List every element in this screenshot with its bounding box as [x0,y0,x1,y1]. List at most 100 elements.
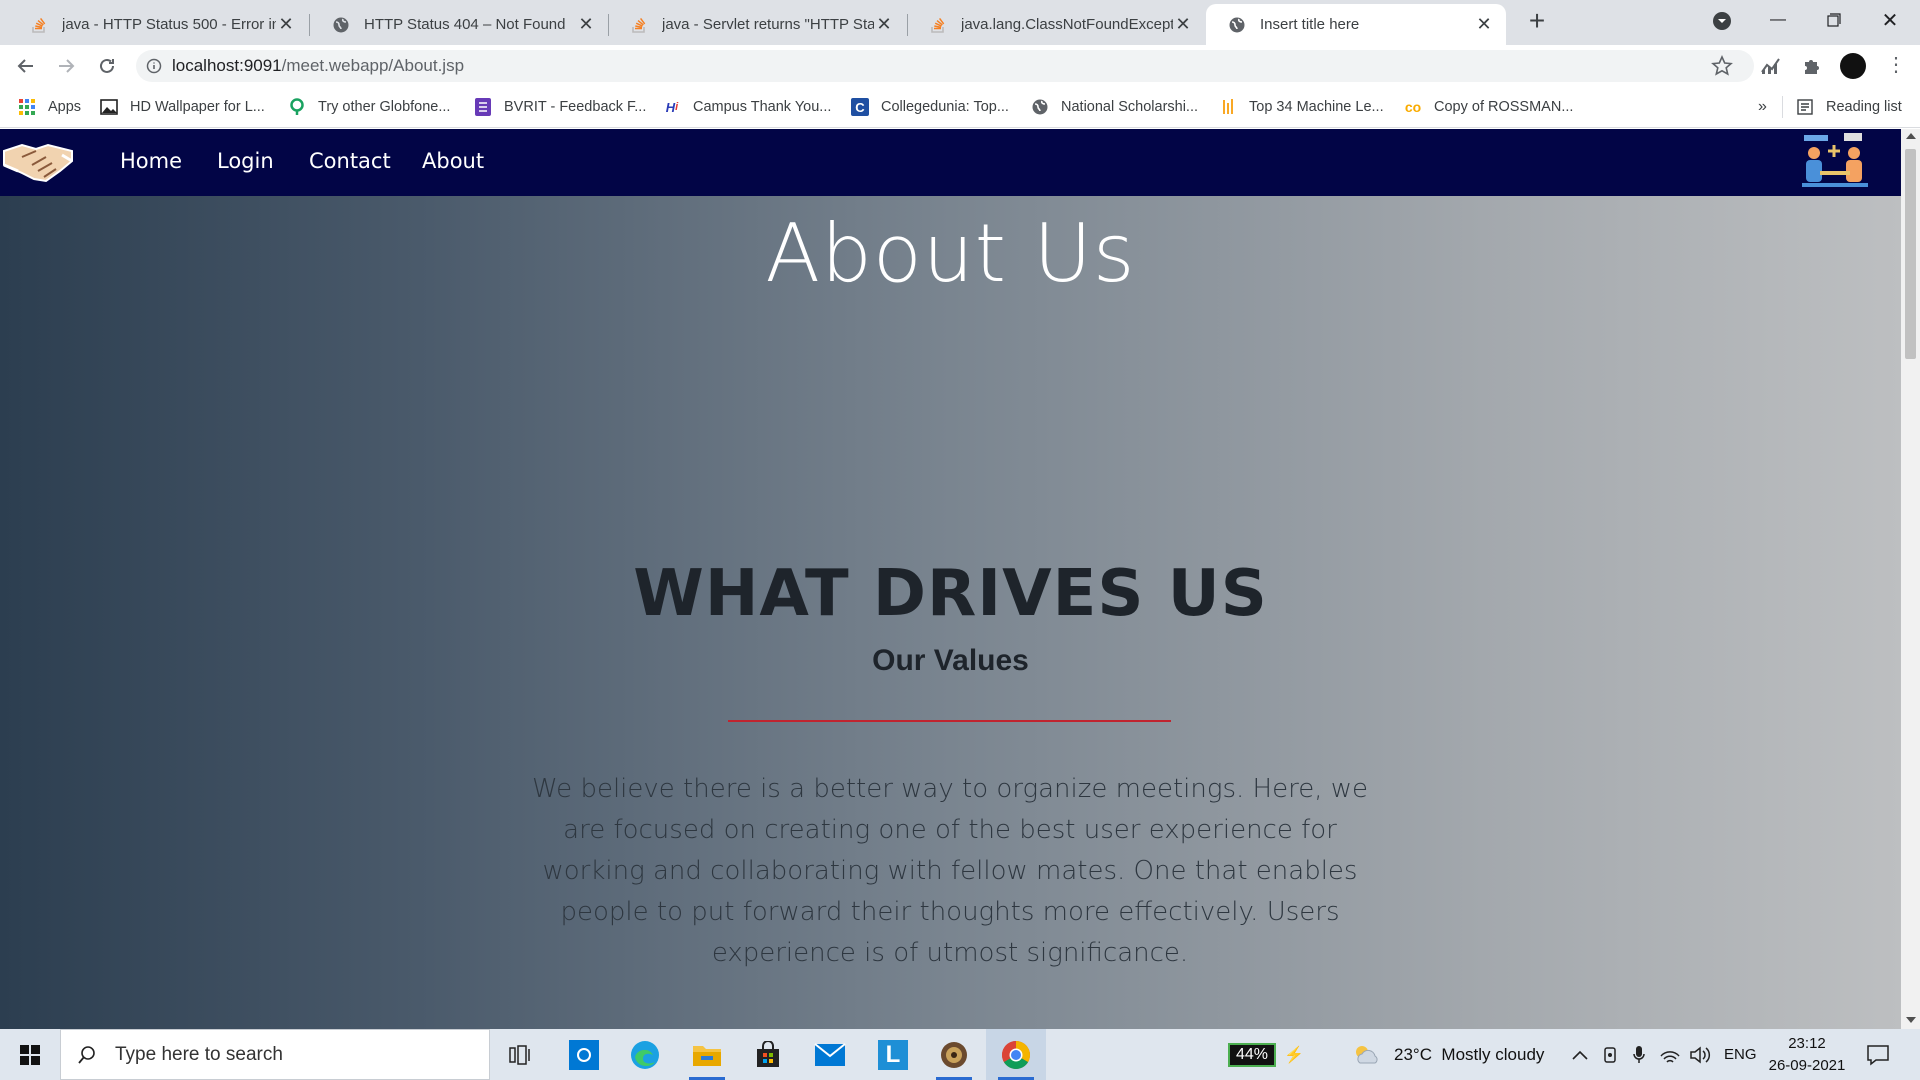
browser-tab[interactable]: java - Servlet returns "HTTP Statu ✕ [608,4,906,45]
close-icon[interactable]: ✕ [276,14,296,35]
taskbar-app-store[interactable] [738,1029,798,1080]
language-indicator[interactable]: ENG [1724,1029,1757,1080]
browser-tab[interactable]: java.lang.ClassNotFoundExceptio ✕ [907,4,1205,45]
cortana-icon [569,1039,599,1070]
collegedunia-icon: C [851,98,869,116]
windows-taskbar: Type here to search L 44% ⚡ 23°C Mostly … [0,1029,1920,1080]
tab-title: java.lang.ClassNotFoundExceptio [961,16,1173,33]
bookmark-scholarship[interactable]: National Scholarshi... [1031,94,1198,120]
weather-widget[interactable]: 23°C Mostly cloudy [1352,1029,1544,1080]
nav-link-about[interactable]: About [422,149,484,173]
taskbar-app-cortana[interactable] [554,1029,614,1080]
close-window-button[interactable]: ✕ [1862,0,1918,40]
forward-button[interactable] [50,50,82,82]
reading-list-icon [1796,98,1814,116]
bookmark-campus[interactable]: Hi Campus Thank You... [663,94,832,120]
nav-link-login[interactable]: Login [217,149,274,173]
close-icon[interactable]: ✕ [1173,14,1193,35]
browser-tab[interactable]: java - HTTP Status 500 - Error ins ✕ [8,4,308,45]
bookmark-bvrit[interactable]: BVRIT - Feedback F... [474,94,646,120]
plug-icon: ⚡ [1284,1046,1304,1064]
bookmark-label: BVRIT - Feedback F... [504,99,647,115]
taskbar-app-game[interactable] [924,1029,984,1080]
meet-now-icon[interactable] [1602,1029,1620,1080]
taskbar-app-file-explorer[interactable] [677,1029,737,1080]
task-view-button[interactable] [490,1029,550,1080]
minimize-button[interactable]: — [1750,0,1806,40]
reading-list-button[interactable]: Reading list [1796,94,1902,120]
address-bar[interactable]: localhost:9091/meet.webapp/About.jsp [136,50,1754,82]
nav-link-contact[interactable]: Contact [309,149,391,173]
wifi-icon[interactable] [1660,1029,1680,1080]
tab-title: java - HTTP Status 500 - Error ins [62,16,276,33]
browser-tab-active[interactable]: Insert title here ✕ [1206,4,1506,45]
stackoverflow-icon [32,17,46,33]
form-icon [474,98,492,116]
taskbar-app-l[interactable]: L [863,1029,923,1080]
new-tab-button[interactable]: + [1520,4,1554,38]
close-icon[interactable]: ✕ [1474,14,1494,35]
battery-indicator[interactable]: 44% ⚡ [1228,1029,1304,1080]
forward-arrow-icon [59,59,75,73]
site-navbar: Home Login Contact About [0,129,1901,196]
close-icon[interactable]: ✕ [874,14,894,35]
bookmark-label: Copy of ROSSMAN... [1434,99,1574,115]
bookmarks-overflow-button[interactable]: » [1758,94,1767,120]
show-hidden-icons-button[interactable] [1572,1029,1588,1080]
windows-logo-icon [20,1044,40,1065]
bookmark-label: National Scholarshi... [1061,99,1199,115]
taskbar-app-mail[interactable] [800,1029,860,1080]
globe-icon [1229,17,1245,32]
notification-center-button[interactable] [1866,1029,1890,1080]
profile-avatar[interactable] [1840,53,1866,79]
clock[interactable]: 23:12 26-09-2021 [1765,1029,1849,1080]
taskbar-app-chrome[interactable] [986,1029,1046,1080]
back-button[interactable] [10,50,42,82]
bookmark-hd-wallpaper[interactable]: HD Wallpaper for L... [100,94,265,120]
menu-kebab-icon[interactable]: ⋮ [1886,55,1906,77]
task-view-icon [509,1044,530,1065]
bookmark-colab[interactable]: co Copy of ROSSMAN... [1404,94,1574,120]
tab-search-icon[interactable] [1710,9,1734,33]
start-button[interactable] [0,1029,60,1080]
handshake-logo-icon[interactable] [2,135,74,187]
browser-tab[interactable]: HTTP Status 404 – Not Found ✕ [310,4,608,45]
site-info-icon[interactable] [136,58,172,74]
reload-button[interactable] [91,50,123,82]
chrome-icon [1002,1040,1030,1069]
bookmark-globfone[interactable]: Try other Globfone... [288,94,450,120]
reload-icon [100,58,114,73]
clock-date: 26-09-2021 [1768,1056,1846,1074]
clock-time: 23:12 [1788,1034,1826,1052]
search-icon [78,1045,95,1064]
url-text[interactable]: localhost:9091/meet.webapp/About.jsp [172,56,464,76]
bookmark-label: Top 34 Machine Le... [1249,99,1384,115]
bookmark-ml[interactable]: Top 34 Machine Le... [1219,94,1384,120]
apps-grid-icon [18,98,36,116]
volume-icon[interactable] [1690,1029,1712,1080]
mail-icon [814,1042,846,1066]
close-icon[interactable]: ✕ [576,14,596,35]
section-subheading: Our Values [872,644,1029,677]
nav-link-home[interactable]: Home [120,149,182,173]
bookmark-label: Apps [48,99,82,115]
bookmark-star-icon[interactable] [1711,55,1733,82]
scrollbar-thumb[interactable] [1905,149,1916,359]
microphone-icon[interactable] [1632,1029,1646,1080]
image-icon [100,98,118,116]
stackoverflow-icon [931,17,945,33]
restore-button[interactable] [1806,0,1862,40]
stackoverflow-icon [632,17,646,33]
taskbar-search-box[interactable]: Type here to search [60,1029,490,1080]
taskbar-app-edge[interactable] [615,1029,675,1080]
page-scrollbar[interactable] [1901,129,1920,1029]
scroll-down-arrow-icon[interactable] [1906,1017,1916,1023]
ml-icon [1219,98,1237,116]
extensions-puzzle-icon[interactable] [1801,55,1823,82]
colab-icon: co [1404,99,1422,115]
bookmark-apps[interactable]: Apps [18,94,81,120]
meeting-people-icon[interactable] [1798,131,1872,193]
bookmark-collegedunia[interactable]: C Collegedunia: Top... [851,94,1009,120]
media-icon[interactable] [1760,56,1782,81]
scroll-up-arrow-icon[interactable] [1906,133,1916,139]
